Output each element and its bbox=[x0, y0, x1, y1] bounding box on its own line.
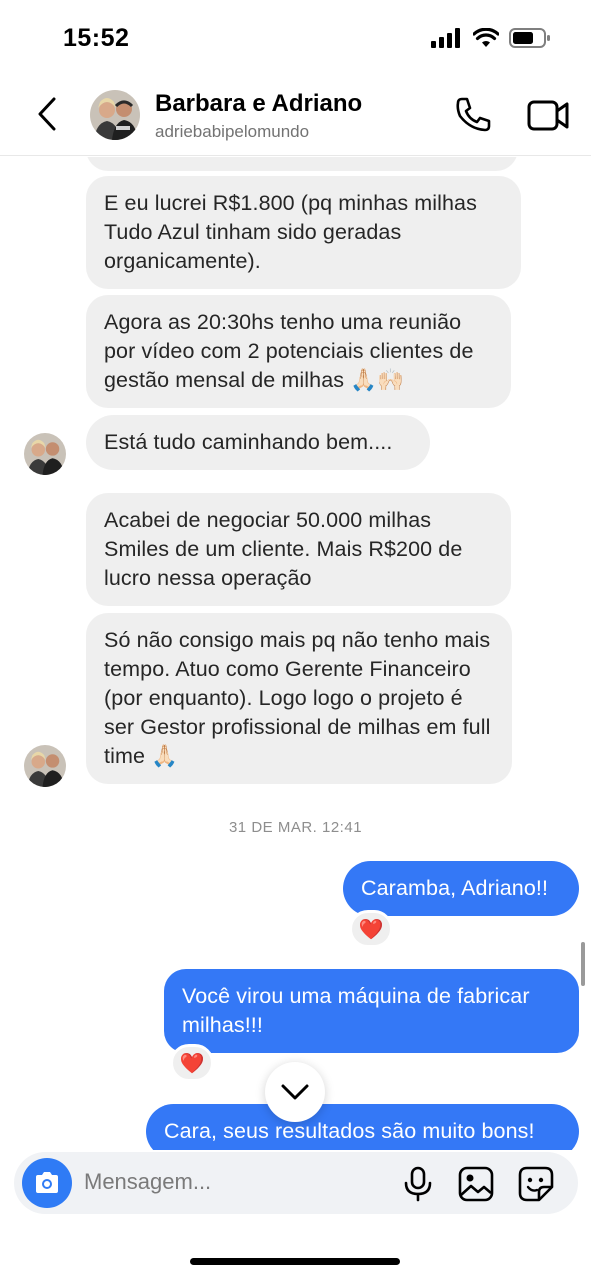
signal-icon bbox=[431, 28, 460, 48]
video-call-button[interactable] bbox=[526, 94, 570, 136]
status-bar: 15:52 bbox=[0, 0, 591, 80]
message-bubble-outgoing[interactable]: Caramba, Adriano!! bbox=[343, 861, 579, 916]
status-icons bbox=[431, 27, 551, 49]
microphone-button[interactable] bbox=[402, 1166, 434, 1202]
scroll-to-bottom-button[interactable] bbox=[265, 1062, 325, 1122]
message-bubble-outgoing[interactable]: Cara, seus resultados são muito bons! bbox=[146, 1104, 579, 1150]
message-bubble-incoming[interactable]: Acabei de negociar 50.000 milhas Smiles … bbox=[86, 493, 511, 606]
timestamp: 31 DE MAR. 12:41 bbox=[228, 819, 363, 836]
heart-reaction[interactable]: ❤️ bbox=[170, 1044, 214, 1082]
camera-icon bbox=[36, 1172, 58, 1193]
microphone-icon bbox=[404, 1166, 432, 1202]
message-bubble-outgoing[interactable]: Você virou uma máquina de fabricar milha… bbox=[164, 969, 579, 1053]
status-time: 15:52 bbox=[63, 24, 130, 52]
profile-photo-icon bbox=[24, 433, 66, 475]
sticker-button[interactable] bbox=[518, 1166, 554, 1202]
chevron-down-icon bbox=[281, 1084, 309, 1100]
message-bubble-incoming[interactable]: Agora as 20:30hs tenho uma reunião por v… bbox=[86, 295, 511, 408]
message-bubble-incoming[interactable]: E eu lucrei R$1.800 (pq minhas milhas Tu… bbox=[86, 176, 521, 289]
battery-icon bbox=[509, 28, 550, 48]
image-icon bbox=[458, 1166, 494, 1202]
message-input[interactable] bbox=[84, 1169, 384, 1195]
sender-avatar[interactable] bbox=[24, 433, 66, 475]
video-camera-icon bbox=[527, 100, 569, 131]
message-composer bbox=[14, 1152, 578, 1214]
composer-area bbox=[0, 1150, 591, 1280]
home-indicator[interactable] bbox=[190, 1258, 400, 1265]
camera-button[interactable] bbox=[22, 1158, 72, 1208]
profile-photo-icon bbox=[24, 745, 66, 787]
chevron-left-icon bbox=[38, 97, 56, 131]
username: adriebabipelomundo bbox=[155, 122, 310, 141]
gallery-button[interactable] bbox=[458, 1166, 494, 1202]
page-title[interactable]: Barbara e Adriano bbox=[155, 90, 362, 118]
sticker-icon bbox=[518, 1166, 554, 1202]
back-button[interactable] bbox=[30, 94, 64, 134]
profile-photo-icon bbox=[90, 90, 140, 140]
message-bubble-incoming[interactable]: Está tudo caminhando bem.... bbox=[86, 415, 430, 470]
wifi-icon bbox=[473, 28, 499, 47]
audio-call-button[interactable] bbox=[452, 94, 494, 136]
chat-header: Barbara e Adriano adriebabipelomundo bbox=[0, 80, 591, 156]
scrollbar[interactable] bbox=[581, 942, 585, 986]
message-thread[interactable]: E eu lucrei R$1.800 (pq minhas milhas Tu… bbox=[0, 157, 591, 1150]
message-bubble-partial[interactable] bbox=[86, 157, 518, 171]
heart-reaction[interactable]: ❤️ bbox=[349, 910, 393, 948]
sender-avatar[interactable] bbox=[24, 745, 66, 787]
avatar[interactable] bbox=[90, 90, 140, 140]
phone-icon bbox=[456, 97, 491, 132]
message-bubble-incoming[interactable]: Só não consigo mais pq não tenho mais te… bbox=[86, 613, 512, 784]
